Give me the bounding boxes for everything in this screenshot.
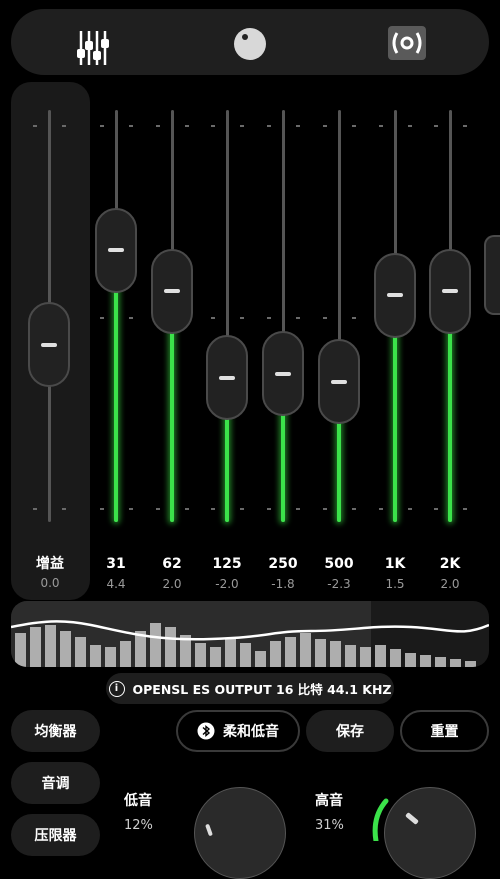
frequency-response-panel <box>11 601 489 667</box>
band-frequency-label: 125 <box>212 556 242 572</box>
gain-slider-handle[interactable] <box>28 302 70 388</box>
info-icon: i <box>108 680 125 697</box>
scale-tick <box>129 508 133 510</box>
scale-tick <box>379 508 383 510</box>
treble-value: 31% <box>315 818 344 833</box>
band-gain-value: -2.3 <box>327 577 351 591</box>
bass-label: 低音 <box>124 793 152 809</box>
band-slider-handle[interactable] <box>95 207 137 293</box>
scale-tick <box>296 508 300 510</box>
scale-tick <box>352 508 356 510</box>
menu-limiter-button[interactable]: 压限器 <box>11 814 100 856</box>
scale-tick <box>100 125 104 127</box>
next-band-handle[interactable] <box>484 235 500 315</box>
scale-tick <box>323 125 327 127</box>
scale-tick <box>434 508 438 510</box>
menu-tone-button[interactable]: 音调 <box>11 762 100 804</box>
scale-tick <box>296 317 300 319</box>
scale-tick <box>267 508 271 510</box>
bass-knob[interactable] <box>194 787 286 879</box>
band-slider-handle[interactable] <box>151 248 193 334</box>
scale-tick <box>434 125 438 127</box>
band-slider-handle[interactable] <box>206 335 248 421</box>
band-slider-handle[interactable] <box>262 331 304 417</box>
output-info-pill: i OPENSL ES OUTPUT 16 比特 44.1 KHZ <box>106 673 394 704</box>
scale-tick <box>379 125 383 127</box>
scale-tick <box>211 317 215 319</box>
scale-tick <box>211 508 215 510</box>
menu-equalizer-button[interactable]: 均衡器 <box>11 710 100 752</box>
scale-tick <box>185 125 189 127</box>
bass-value: 12% <box>124 818 153 833</box>
treble-label: 高音 <box>315 793 343 809</box>
band-gain-value: 1.5 <box>385 577 405 591</box>
scale-tick <box>463 125 467 127</box>
scale-tick <box>352 317 356 319</box>
scale-tick <box>408 125 412 127</box>
scale-tick <box>156 125 160 127</box>
band-gain-value: 4.4 <box>106 577 126 591</box>
knob-icon[interactable] <box>233 27 267 61</box>
scale-tick <box>185 508 189 510</box>
treble-knob-indicator <box>405 812 419 825</box>
preset-label: 柔和低音 <box>223 724 279 740</box>
scale-tick <box>408 508 412 510</box>
band-gain-value: -1.8 <box>271 577 295 591</box>
scale-tick <box>463 508 467 510</box>
scale-tick <box>62 508 66 510</box>
preset-button[interactable]: 柔和低音 <box>176 710 300 752</box>
bass-knob-indicator <box>205 823 213 837</box>
scale-tick <box>129 317 133 319</box>
band-frequency-label: 2K <box>439 556 461 572</box>
equalizer-sliders-icon[interactable] <box>77 31 109 65</box>
output-info-text: OPENSL ES OUTPUT 16 比特 44.1 KHZ <box>132 682 392 697</box>
scale-tick <box>156 508 160 510</box>
band-slider-handle[interactable] <box>374 252 416 338</box>
top-tab-bar <box>11 9 489 75</box>
scale-tick <box>33 508 37 510</box>
band-gain-value: 2.0 <box>162 577 182 591</box>
band-frequency-label: 31 <box>106 556 126 572</box>
band-frequency-label: 500 <box>324 556 354 572</box>
gain-value: 0.0 <box>40 576 60 590</box>
band-frequency-label: 1K <box>384 556 406 572</box>
band-slider-handle[interactable] <box>429 248 471 334</box>
treble-knob[interactable] <box>384 787 476 879</box>
band-gain-value: -2.0 <box>215 577 239 591</box>
scale-tick <box>240 317 244 319</box>
scale-tick <box>323 317 327 319</box>
gain-label: 增益 <box>36 556 64 572</box>
scale-tick <box>352 125 356 127</box>
band-gain-value: 2.0 <box>440 577 460 591</box>
scale-tick <box>62 125 66 127</box>
scale-tick <box>267 317 271 319</box>
scale-tick <box>100 317 104 319</box>
scale-tick <box>296 125 300 127</box>
save-button[interactable]: 保存 <box>306 710 394 752</box>
scale-tick <box>323 508 327 510</box>
reset-button[interactable]: 重置 <box>400 710 489 752</box>
surround-sound-icon[interactable] <box>387 25 427 61</box>
band-slider-handle[interactable] <box>318 339 360 425</box>
scale-tick <box>129 125 133 127</box>
scale-tick <box>211 125 215 127</box>
scale-tick <box>240 508 244 510</box>
scale-tick <box>240 125 244 127</box>
scale-tick <box>100 508 104 510</box>
bluetooth-icon <box>197 722 215 740</box>
band-frequency-label: 250 <box>268 556 298 572</box>
spectrum-graph <box>11 601 489 667</box>
band-frequency-label: 62 <box>162 556 182 572</box>
scale-tick <box>267 125 271 127</box>
scale-tick <box>33 125 37 127</box>
